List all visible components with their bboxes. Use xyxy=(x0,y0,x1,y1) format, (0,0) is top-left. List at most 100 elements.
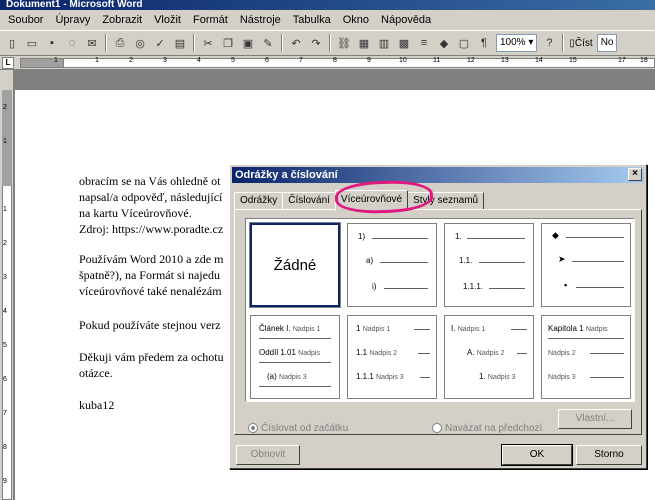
ruler-number: 2 xyxy=(129,57,133,64)
menu-tabulka[interactable]: Tabulka xyxy=(287,10,337,30)
show-hide-icon[interactable]: ¶ xyxy=(475,34,493,52)
multilevel-panel: Žádné 1) a) i) 1. 1.1. 1.1.1. ◆ ➤ ▪ Člán… xyxy=(234,209,642,435)
cut-icon[interactable]: ✂ xyxy=(199,34,217,52)
zoom-select[interactable]: 100% ▾ xyxy=(496,34,538,52)
level-line xyxy=(259,362,331,363)
horizontal-ruler: L 1 1 2 3 4 5 6 7 8 9 10 11 12 13 14 15 … xyxy=(0,56,655,70)
research-icon[interactable]: ▤ xyxy=(171,34,189,52)
level-2-prefix: Oddíl 1.01 xyxy=(259,348,296,357)
level-line xyxy=(590,377,624,378)
hyperlink-icon[interactable]: ⛓ xyxy=(335,34,353,52)
restart-numbering-option[interactable]: Číslovat od začátku xyxy=(248,423,348,434)
radio-continue[interactable] xyxy=(432,423,442,434)
new-document-icon[interactable]: ▯ xyxy=(3,34,21,52)
copy-icon[interactable]: ❐ xyxy=(219,34,237,52)
window-title-bar: Dokument1 - Microsoft Word xyxy=(0,0,655,10)
read-button[interactable]: ▯Číst xyxy=(569,38,592,49)
undo-icon[interactable]: ↶ xyxy=(287,34,305,52)
level-line xyxy=(479,262,525,263)
tab-numbering[interactable]: Číslování xyxy=(282,192,336,210)
menu-nastroje[interactable]: Nástroje xyxy=(234,10,287,30)
ruler-number: 12 xyxy=(467,57,475,64)
tab-selector[interactable]: L xyxy=(2,57,14,69)
document-line: Zdroj: https://www.poradte.cz xyxy=(79,222,224,236)
menu-okno[interactable]: Okno xyxy=(337,10,375,30)
level-line xyxy=(511,329,527,330)
insert-table-icon[interactable]: ▥ xyxy=(375,34,393,52)
level-line xyxy=(576,287,624,288)
format-painter-icon[interactable]: ✎ xyxy=(259,34,277,52)
list-option-decimal[interactable]: 1. 1.1. 1.1.1. xyxy=(444,223,534,307)
level-2-style: Nadpis 2 xyxy=(369,350,397,357)
save-icon[interactable]: ▪ xyxy=(43,34,61,52)
print-preview-icon[interactable]: ◎ xyxy=(131,34,149,52)
cancel-button[interactable]: Storno xyxy=(576,445,642,465)
reset-button[interactable]: Obnovit xyxy=(236,445,300,465)
level-line xyxy=(420,377,430,378)
level-2-label: Oddíl 1.01 Nadpis xyxy=(259,348,320,357)
ruler-number: 11 xyxy=(433,57,441,64)
level-3-label: 1.1.1 Nadpis 3 xyxy=(356,372,404,381)
level-3-label: Nadpis 3 xyxy=(548,372,576,381)
diamond-bullet-icon: ◆ xyxy=(552,230,559,240)
menu-vlozit[interactable]: Vložit xyxy=(148,10,187,30)
custom-button[interactable]: Vlastní... xyxy=(558,409,632,429)
menu-bar: Soubor Úpravy Zobrazit Vložit Formát Nás… xyxy=(0,10,655,30)
paste-icon[interactable]: ▣ xyxy=(239,34,257,52)
list-option-bullets[interactable]: ◆ ➤ ▪ xyxy=(541,223,631,307)
spelling-icon[interactable]: ✓ xyxy=(151,34,169,52)
list-option-none[interactable]: Žádné xyxy=(249,222,341,308)
drawing-icon[interactable]: ◆ xyxy=(435,34,453,52)
list-option-article[interactable]: Článek I. Nadpis 1 Oddíl 1.01 Nadpis (a)… xyxy=(250,315,340,399)
columns-icon[interactable]: ≡ xyxy=(415,34,433,52)
document-line: Děkuji vám předem za ochotu xyxy=(79,350,224,364)
menu-zobrazit[interactable]: Zobrazit xyxy=(96,10,148,30)
toolbar-separator xyxy=(562,34,565,52)
document-map-icon[interactable]: ▢ xyxy=(455,34,473,52)
ruler-number: 1 xyxy=(95,57,99,64)
menu-napoveda[interactable]: Nápověda xyxy=(375,10,437,30)
radio-restart[interactable] xyxy=(248,423,258,434)
ok-button[interactable]: OK xyxy=(501,444,573,466)
toolbar-separator xyxy=(281,34,283,52)
list-option-heading-roman[interactable]: I. Nadpis 1 A. Nadpis 2 1. Nadpis 3 xyxy=(444,315,534,399)
tab-bullets[interactable]: Odrážky xyxy=(234,192,284,210)
toolbar-separator xyxy=(193,34,195,52)
menu-soubor[interactable]: Soubor xyxy=(2,10,49,30)
window-title: Dokument1 - Microsoft Word xyxy=(6,0,143,10)
level-3-prefix: 1. xyxy=(479,372,486,381)
level-1-prefix: I. xyxy=(451,324,456,333)
tables-borders-icon[interactable]: ▦ xyxy=(355,34,373,52)
permission-icon[interactable]: ◌ xyxy=(63,34,81,52)
menu-format[interactable]: Formát xyxy=(187,10,234,30)
insert-excel-icon[interactable]: ▩ xyxy=(395,34,413,52)
level-3-style: Nadpis 3 xyxy=(548,374,576,381)
level-line xyxy=(380,262,428,263)
email-icon[interactable]: ✉ xyxy=(83,34,101,52)
list-option-chapter[interactable]: Kapitola 1 Nadpis Nadpis 2 Nadpis 3 xyxy=(541,315,631,399)
document-line: víceúrovňové také nenalézám xyxy=(79,284,222,298)
list-option-heading-decimal[interactable]: 1 Nadpis 1 1.1 Nadpis 2 1.1.1 Nadpis 3 xyxy=(347,315,437,399)
level-2-label: 1.1. xyxy=(459,256,473,265)
continue-numbering-option[interactable]: Navázat na předchozí xyxy=(432,423,542,434)
document-line: na kartu Víceúrovňové. xyxy=(79,206,192,220)
ruler-number: 5 xyxy=(231,57,235,64)
list-option-parenthesis[interactable]: 1) a) i) xyxy=(347,223,437,307)
document-line: napsal/a odpověď, následující xyxy=(79,190,223,204)
bullets-numbering-dialog: Odrážky a číslování × Odrážky Číslování … xyxy=(229,164,647,469)
open-icon[interactable]: ▭ xyxy=(23,34,41,52)
level-2-label: 1.1 Nadpis 2 xyxy=(356,348,397,357)
level-1-style: Nadpis 1 xyxy=(362,326,391,333)
document-line: Pokud používáte stejnou verz xyxy=(79,318,221,332)
vruler-number: 1 xyxy=(3,138,7,145)
close-icon[interactable]: × xyxy=(628,168,642,181)
style-select[interactable]: No xyxy=(596,34,618,52)
redo-icon[interactable]: ↷ xyxy=(307,34,325,52)
level-line xyxy=(372,238,428,239)
level-3-style: Nadpis 3 xyxy=(487,374,516,381)
print-icon[interactable]: ⎙ xyxy=(111,34,129,52)
menu-upravy[interactable]: Úpravy xyxy=(49,10,96,30)
level-line xyxy=(259,386,331,387)
level-2-style: Nadpis xyxy=(298,350,320,357)
help-icon[interactable]: ? xyxy=(540,34,558,52)
